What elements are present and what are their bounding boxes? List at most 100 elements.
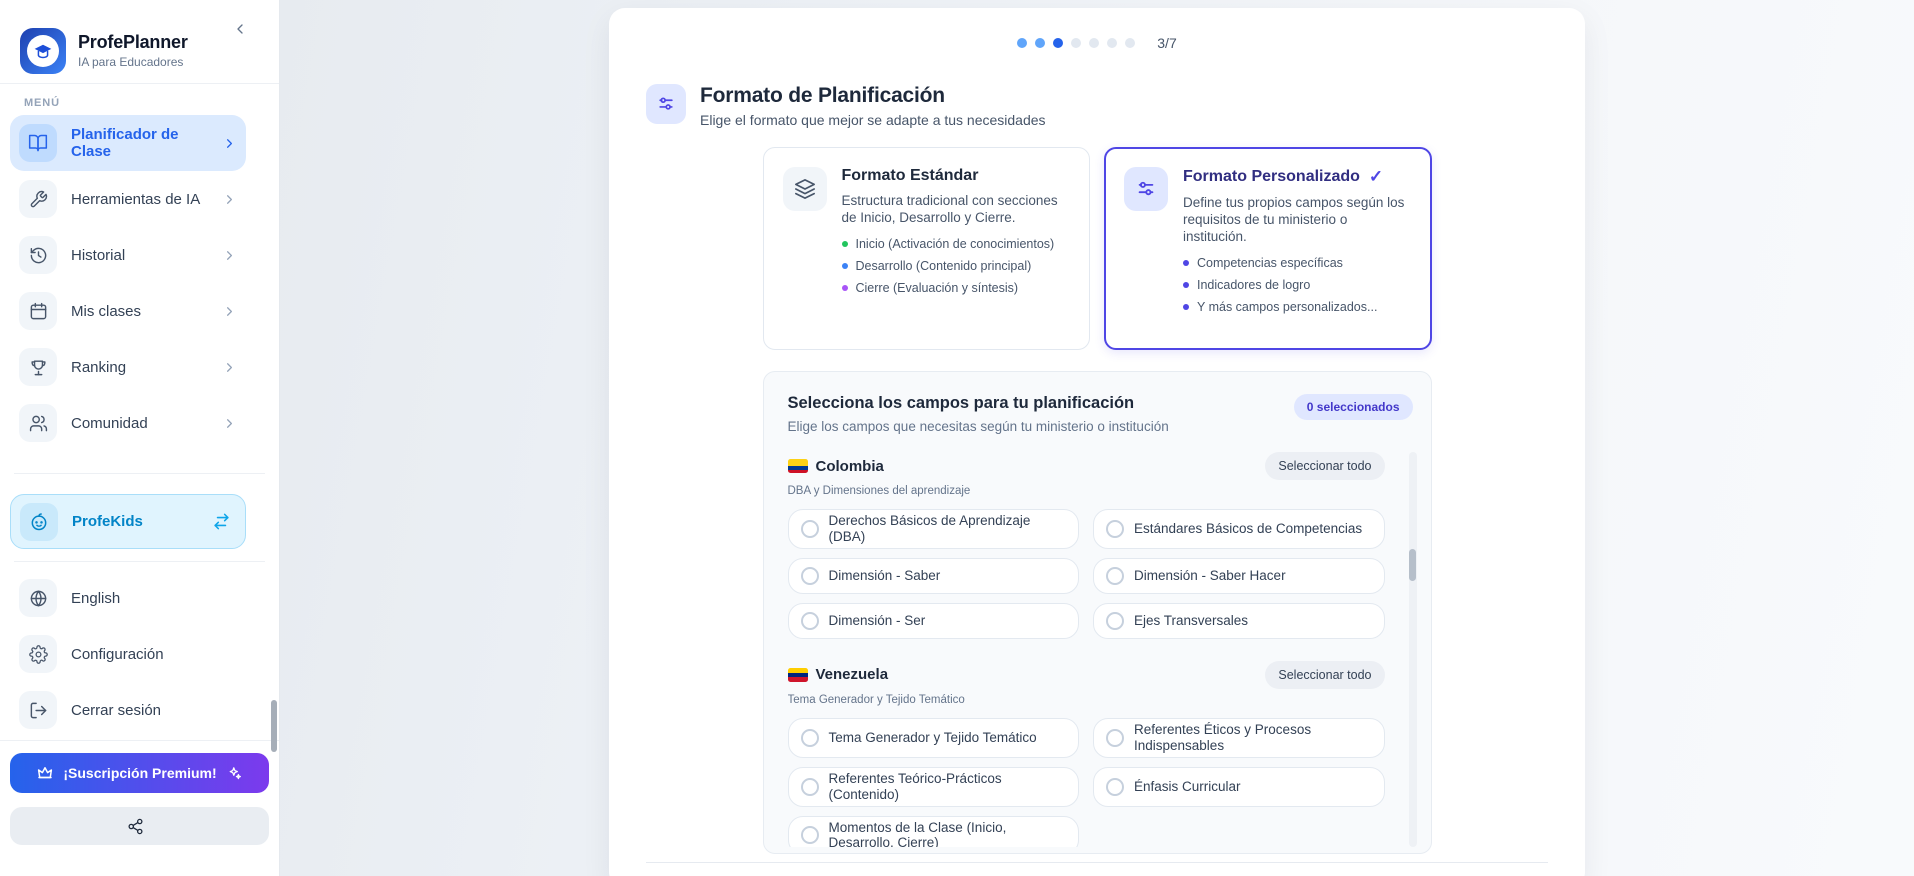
fields-scrollbar-track[interactable] — [1408, 452, 1417, 847]
sidebar-scrollbar-thumb[interactable] — [271, 700, 277, 752]
venezuela-flag-icon — [787, 667, 808, 682]
sidebar-item-profekids[interactable]: ProfeKids — [10, 494, 246, 549]
check-icon: ✓ — [1368, 167, 1384, 186]
select-all-button[interactable]: Seleccionar todo — [1265, 452, 1385, 480]
country-section-colombia: Colombia Seleccionar todo DBA y Dimensio… — [787, 452, 1385, 639]
chevron-right-icon — [222, 192, 237, 207]
step-counter: 3/7 — [1157, 35, 1177, 51]
radio-unchecked-icon[interactable] — [800, 777, 819, 796]
field-option[interactable]: Momentos de la Clase (Inicio, Desarrollo… — [787, 815, 1079, 847]
sidebar: ProfePlanner IA para Educadores MENÚ Pla… — [0, 0, 280, 876]
bullet-dot — [841, 285, 848, 291]
radio-unchecked-icon[interactable] — [800, 519, 819, 538]
field-option[interactable]: Referentes Teórico-Prácticos (Contenido) — [787, 766, 1079, 807]
app-title: ProfePlanner — [78, 32, 188, 52]
progress-dot — [1017, 38, 1028, 48]
users-icon — [19, 404, 57, 442]
sidebar-footer-nav: English Configuración Cerrar sesión — [0, 562, 279, 738]
radio-unchecked-icon[interactable] — [800, 728, 819, 747]
format-card-estandar[interactable]: Formato Estándar Estructura tradicional … — [762, 147, 1090, 350]
logout-icon — [19, 691, 57, 729]
field-option[interactable]: Dimensión - Ser — [787, 602, 1079, 639]
sidebar-item-settings[interactable]: Configuración — [10, 626, 246, 682]
profekids-label: ProfeKids — [72, 513, 143, 530]
field-grid: Derechos Básicos de Aprendizaje (DBA) Es… — [787, 509, 1385, 639]
app-tagline: IA para Educadores — [78, 55, 184, 69]
field-option[interactable]: Tema Generador y Tejido Temático — [787, 717, 1079, 758]
sliders-icon — [1124, 167, 1168, 211]
sidebar-item-comunidad[interactable]: Comunidad — [10, 395, 246, 451]
trophy-icon — [19, 348, 57, 386]
bullet-dot — [1183, 304, 1189, 310]
select-all-button[interactable]: Seleccionar todo — [1265, 660, 1385, 689]
country-standard: Tema Generador y Tejido Temático — [787, 693, 965, 706]
chevron-right-icon — [222, 136, 237, 151]
divider — [14, 473, 265, 474]
history-icon — [19, 236, 57, 274]
field-option[interactable]: Estándares Básicos de Competencias — [1093, 509, 1385, 549]
bullet-dot — [841, 241, 848, 247]
divider — [646, 862, 1548, 863]
sidebar-item-logout[interactable]: Cerrar sesión — [10, 682, 246, 738]
field-option[interactable]: Ejes Transversales — [1093, 602, 1385, 639]
format-card-description: Define tus propios campos según los requ… — [1183, 195, 1405, 244]
radio-unchecked-icon[interactable] — [1106, 777, 1124, 796]
sidebar-item-language[interactable]: English — [10, 570, 246, 626]
share-whatsapp-button[interactable]: Compartir por WhatsApp — [10, 807, 269, 845]
country-standard: DBA y Dimensiones del aprendizaje — [787, 485, 971, 497]
format-card-group: Formato Estándar Estructura tradicional … — [762, 147, 1432, 350]
sidebar-nav: Planificador de Clase Herramientas de IA — [0, 115, 279, 451]
radio-unchecked-icon[interactable] — [800, 611, 819, 630]
premium-subscription-button[interactable]: ¡Suscripción Premium! — [10, 753, 269, 793]
radio-unchecked-icon[interactable] — [800, 566, 819, 585]
crown-icon — [36, 764, 54, 782]
gear-icon — [19, 635, 57, 673]
colombia-flag-icon — [787, 459, 808, 473]
sidebar-item-historial[interactable]: Historial — [10, 227, 246, 283]
radio-unchecked-icon[interactable] — [800, 826, 819, 845]
baby-face-icon — [20, 502, 58, 541]
share-nodes-icon — [127, 818, 144, 835]
field-option[interactable]: Dimensión - Saber — [787, 557, 1079, 594]
radio-unchecked-icon[interactable] — [1106, 566, 1124, 585]
bullet-dot — [1183, 282, 1189, 288]
radio-unchecked-icon[interactable] — [1106, 519, 1124, 538]
swap-arrows-icon — [212, 512, 231, 531]
radio-unchecked-icon[interactable] — [1106, 611, 1124, 630]
country-name: Venezuela — [787, 666, 888, 683]
chevron-right-icon — [222, 304, 237, 319]
chevron-right-icon — [222, 360, 237, 375]
bullet-item: Desarrollo (Contenido principal) — [841, 259, 1071, 273]
format-card-personalizado-selected[interactable]: Formato Personalizado ✓ Define tus propi… — [1104, 147, 1432, 350]
sidebar-item-planificador-de-clase[interactable]: Planificador de Clase — [10, 115, 246, 171]
fields-scroll-area: Colombia Seleccionar todo DBA y Dimensio… — [787, 452, 1431, 847]
field-option[interactable]: Énfasis Curricular — [1093, 766, 1385, 807]
app-logo — [20, 27, 66, 74]
progress-dot — [1089, 38, 1100, 48]
fields-scrollbar-thumb[interactable] — [1409, 549, 1416, 581]
field-option[interactable]: Derechos Básicos de Aprendizaje (DBA) — [787, 509, 1079, 549]
bullet-dot — [1183, 260, 1189, 266]
wizard-progress: 3/7 — [1017, 35, 1177, 51]
chevron-right-icon — [222, 416, 237, 431]
sidebar-item-herramientas-de-ia[interactable]: Herramientas de IA — [10, 171, 246, 227]
menu-section-label: MENÚ — [24, 97, 60, 109]
field-option[interactable]: Dimensión - Saber Hacer — [1093, 557, 1385, 594]
format-card-title: Formato Estándar — [841, 167, 979, 184]
format-card-bullets: Inicio (Activación de conocimientos) Des… — [841, 237, 1071, 295]
bullet-dot — [841, 263, 848, 269]
bullet-item: Inicio (Activación de conocimientos) — [841, 237, 1071, 251]
sparkles-icon — [226, 765, 243, 782]
radio-unchecked-icon[interactable] — [1106, 728, 1124, 747]
logout-label: Cerrar sesión — [71, 701, 162, 719]
country-section-venezuela: Venezuela Seleccionar todo Tema Generado… — [787, 660, 1385, 847]
sidebar-item-mis-clases[interactable]: Mis clases — [10, 283, 246, 339]
sidebar-item-ranking[interactable]: Ranking — [10, 339, 246, 395]
format-card-description: Estructura tradicional con secciones de … — [841, 193, 1058, 225]
field-option[interactable]: Referentes Éticos y Procesos Indispensab… — [1093, 717, 1385, 758]
sidebar-collapse-button[interactable] — [229, 18, 251, 40]
globe-icon — [19, 579, 57, 617]
country-name: Colombia — [787, 458, 884, 475]
bullet-item: Indicadores de logro — [1183, 278, 1412, 292]
wizard-header: Formato de Planificación Elige el format… — [646, 84, 1548, 128]
